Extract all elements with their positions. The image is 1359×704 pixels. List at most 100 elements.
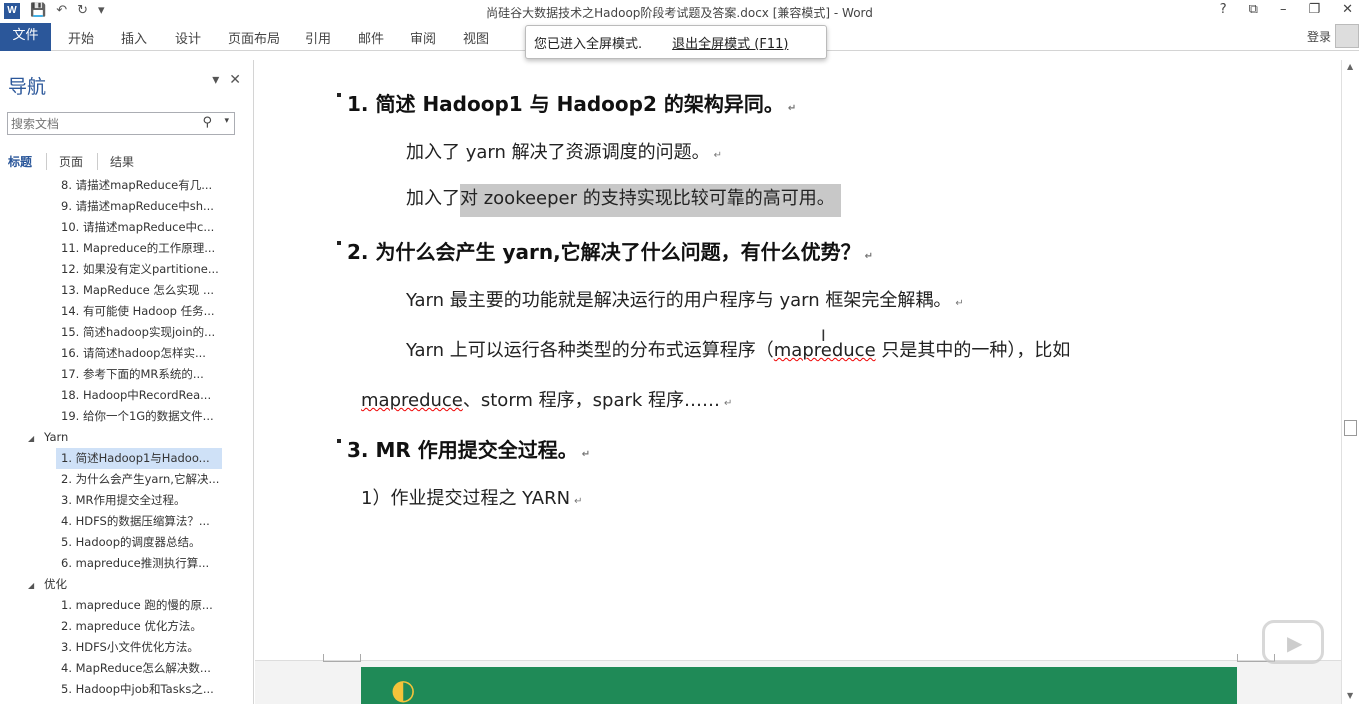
paragraph: Yarn 上可以运行各种类型的分布式运算程序（mapreduce 只是其中的一种…: [406, 340, 1071, 361]
nav-heading-item[interactable]: 2. 为什么会产生yarn,它解决...: [0, 469, 230, 490]
nav-heading-item[interactable]: 15. 简述hadoop实现join的...: [0, 322, 230, 343]
nav-item-label: 3. MR作用提交全过程。: [61, 493, 186, 507]
nav-heading-item[interactable]: 3. HDFS小文件优化方法。: [0, 637, 230, 658]
scroll-thumb[interactable]: [1344, 420, 1357, 436]
nav-heading-item[interactable]: 8. 请描述mapReduce有几...: [0, 175, 230, 196]
nav-item-label: 13. MapReduce 怎么实现 ...: [61, 283, 215, 297]
nav-heading-list: 8. 请描述mapReduce有几... 9. 请描述mapReduce中sh..…: [0, 175, 253, 700]
vertical-scrollbar[interactable]: ▲ ▼: [1341, 60, 1359, 704]
quick-access-toolbar: W 💾 ↶ ↻ ▾: [4, 3, 105, 19]
exit-fullscreen-link[interactable]: 退出全屏模式 (F11): [672, 33, 788, 52]
nav-heading-item[interactable]: 18. Hadoop中RecordRea...: [0, 385, 230, 406]
customize-qat-icon[interactable]: ▾: [98, 3, 105, 19]
nav-item-label: 6. mapreduce推测执行算...: [61, 556, 210, 570]
nav-item-label: 17. 参考下面的MR系统的...: [61, 367, 204, 381]
save-icon[interactable]: 💾: [30, 3, 46, 19]
nav-heading-item[interactable]: 13. MapReduce 怎么实现 ...: [0, 280, 230, 301]
selected-text[interactable]: 对 zookeeper 的支持实现比较可靠的高可用。: [460, 184, 841, 217]
redo-icon[interactable]: ↻: [77, 3, 88, 19]
nav-heading-item[interactable]: 5. Hadoop的调度器总结。: [0, 532, 230, 553]
nav-close-icon[interactable]: ✕: [229, 72, 241, 88]
title-bar: W 💾 ↶ ↻ ▾ 尚硅谷大数据技术之Hadoop阶段考试题及答案.docx […: [0, 0, 1359, 23]
nav-group-heading[interactable]: ◢ Yarn: [0, 427, 230, 448]
nav-heading-item[interactable]: 4. HDFS的数据压缩算法？...: [0, 511, 230, 532]
tab-design[interactable]: 设计: [175, 28, 201, 47]
nav-item-label: Yarn: [44, 430, 69, 444]
restore-button[interactable]: ❐: [1308, 2, 1320, 17]
paragraph: 加入了 yarn 解决了资源调度的问题。 ↵: [406, 142, 723, 163]
nav-heading-item[interactable]: 3. MR作用提交全过程。: [0, 490, 230, 511]
heading-bullet: [337, 241, 341, 245]
nav-item-label: 12. 如果没有定义partitione...: [61, 262, 219, 276]
nav-heading-item[interactable]: 14. 有可能使 Hadoop 任务...: [0, 301, 230, 322]
paragraph: mapreduce、storm 程序，spark 程序…… ↵: [361, 390, 733, 411]
heading-bullet: [337, 93, 341, 97]
page-corner-mark: [323, 654, 361, 662]
tab-insert[interactable]: 插入: [121, 28, 147, 47]
nav-tab-results[interactable]: 结果: [110, 153, 148, 170]
tab-review[interactable]: 审阅: [410, 28, 436, 47]
page-header-banner: ◐: [361, 667, 1237, 704]
nav-search-box: ⚲ ▾: [7, 112, 235, 135]
paragraph: 1）作业提交过程之 YARN ↵: [361, 488, 583, 509]
nav-item-label: 19. 给你一个1G的数据文件...: [61, 409, 214, 423]
nav-heading-item[interactable]: 10. 请描述mapReduce中c...: [0, 217, 230, 238]
scroll-down-icon[interactable]: ▼: [1347, 691, 1353, 700]
tab-references[interactable]: 引用: [305, 28, 331, 47]
nav-heading-item[interactable]: 16. 请简述hadoop怎样实...: [0, 343, 230, 364]
search-input[interactable]: [8, 113, 198, 135]
window-controls: ? ⧉ – ❐ ✕: [1220, 2, 1353, 17]
tab-home[interactable]: 开始: [68, 28, 94, 47]
collapse-triangle-icon[interactable]: ◢: [28, 575, 44, 595]
nav-item-label: 11. Mapreduce的工作原理...: [61, 241, 216, 255]
nav-tab-pages[interactable]: 页面: [59, 153, 99, 170]
search-icon[interactable]: ⚲: [202, 115, 212, 130]
nav-heading-item[interactable]: 1. mapreduce 跑的慢的原...: [0, 595, 230, 616]
avatar[interactable]: [1335, 24, 1359, 48]
close-button[interactable]: ✕: [1342, 2, 1353, 17]
nav-group-heading[interactable]: ◢ 优化: [0, 574, 230, 595]
nav-heading-item[interactable]: 6. mapreduce推测执行算...: [0, 553, 230, 574]
collapse-triangle-icon[interactable]: ◢: [28, 428, 44, 448]
nav-tab-headings[interactable]: 标题: [8, 153, 48, 170]
nav-heading-item[interactable]: 2. mapreduce 优化方法。: [0, 616, 230, 637]
scroll-up-icon[interactable]: ▲: [1347, 62, 1353, 71]
heading-1: 1. 简述 Hadoop1 与 Hadoop2 的架构异同。 ↵: [337, 88, 796, 117]
nav-title: 导航: [8, 76, 47, 98]
tab-view[interactable]: 视图: [463, 28, 489, 47]
nav-item-label: 3. HDFS小文件优化方法。: [61, 640, 199, 654]
nav-heading-item[interactable]: 1. 简述Hadoop1与Hadoo...: [56, 448, 222, 469]
tab-file[interactable]: 文件: [0, 23, 51, 51]
document-area[interactable]: 1. 简述 Hadoop1 与 Hadoop2 的架构异同。 ↵ 加入了 yarn…: [255, 60, 1341, 704]
video-play-watermark-icon: ▶: [1262, 620, 1324, 664]
nav-item-label: 10. 请描述mapReduce中c...: [61, 220, 215, 234]
fullscreen-notification: 您已进入全屏模式. 退出全屏模式 (F11): [525, 25, 827, 59]
nav-controls: ▾ ✕: [212, 72, 241, 88]
tab-layout[interactable]: 页面布局: [228, 28, 280, 47]
search-dropdown-icon[interactable]: ▾: [224, 116, 229, 126]
ribbon-display-button[interactable]: ⧉: [1249, 2, 1258, 17]
nav-options-icon[interactable]: ▾: [212, 72, 219, 88]
nav-heading-item[interactable]: 11. Mapreduce的工作原理...: [0, 238, 230, 259]
nav-heading-item[interactable]: 9. 请描述mapReduce中sh...: [0, 196, 230, 217]
nav-item-label: 4. MapReduce怎么解决数...: [61, 661, 211, 675]
nav-tabs: 标题 页面 结果: [8, 153, 160, 170]
sign-in-link[interactable]: 登录: [1307, 28, 1331, 45]
fullscreen-message: 您已进入全屏模式.: [534, 36, 643, 52]
nav-item-label: 4. HDFS的数据压缩算法？...: [61, 514, 210, 528]
undo-icon[interactable]: ↶: [56, 3, 67, 19]
nav-heading-item[interactable]: 12. 如果没有定义partitione...: [0, 259, 230, 280]
word-logo-icon: W: [4, 3, 20, 19]
nav-item-label: 5. Hadoop中job和Tasks之...: [61, 682, 214, 696]
navigation-pane: 导航 ▾ ✕ ⚲ ▾ 标题 页面 结果 8. 请描述mapReduce有几...…: [0, 60, 254, 704]
help-button[interactable]: ?: [1220, 2, 1227, 17]
nav-heading-item[interactable]: 5. Hadoop中job和Tasks之...: [0, 679, 230, 700]
nav-item-label: 1. 简述Hadoop1与Hadoo...: [61, 451, 210, 465]
nav-heading-item[interactable]: 19. 给你一个1G的数据文件...: [0, 406, 230, 427]
nav-item-label: 8. 请描述mapReduce有几...: [61, 178, 213, 192]
tab-mailings[interactable]: 邮件: [358, 28, 384, 47]
nav-heading-item[interactable]: 17. 参考下面的MR系统的...: [0, 364, 230, 385]
minimize-button[interactable]: –: [1280, 2, 1287, 17]
nav-heading-item[interactable]: 4. MapReduce怎么解决数...: [0, 658, 230, 679]
heading-3: 3. MR 作用提交全过程。 ↵: [337, 434, 590, 463]
